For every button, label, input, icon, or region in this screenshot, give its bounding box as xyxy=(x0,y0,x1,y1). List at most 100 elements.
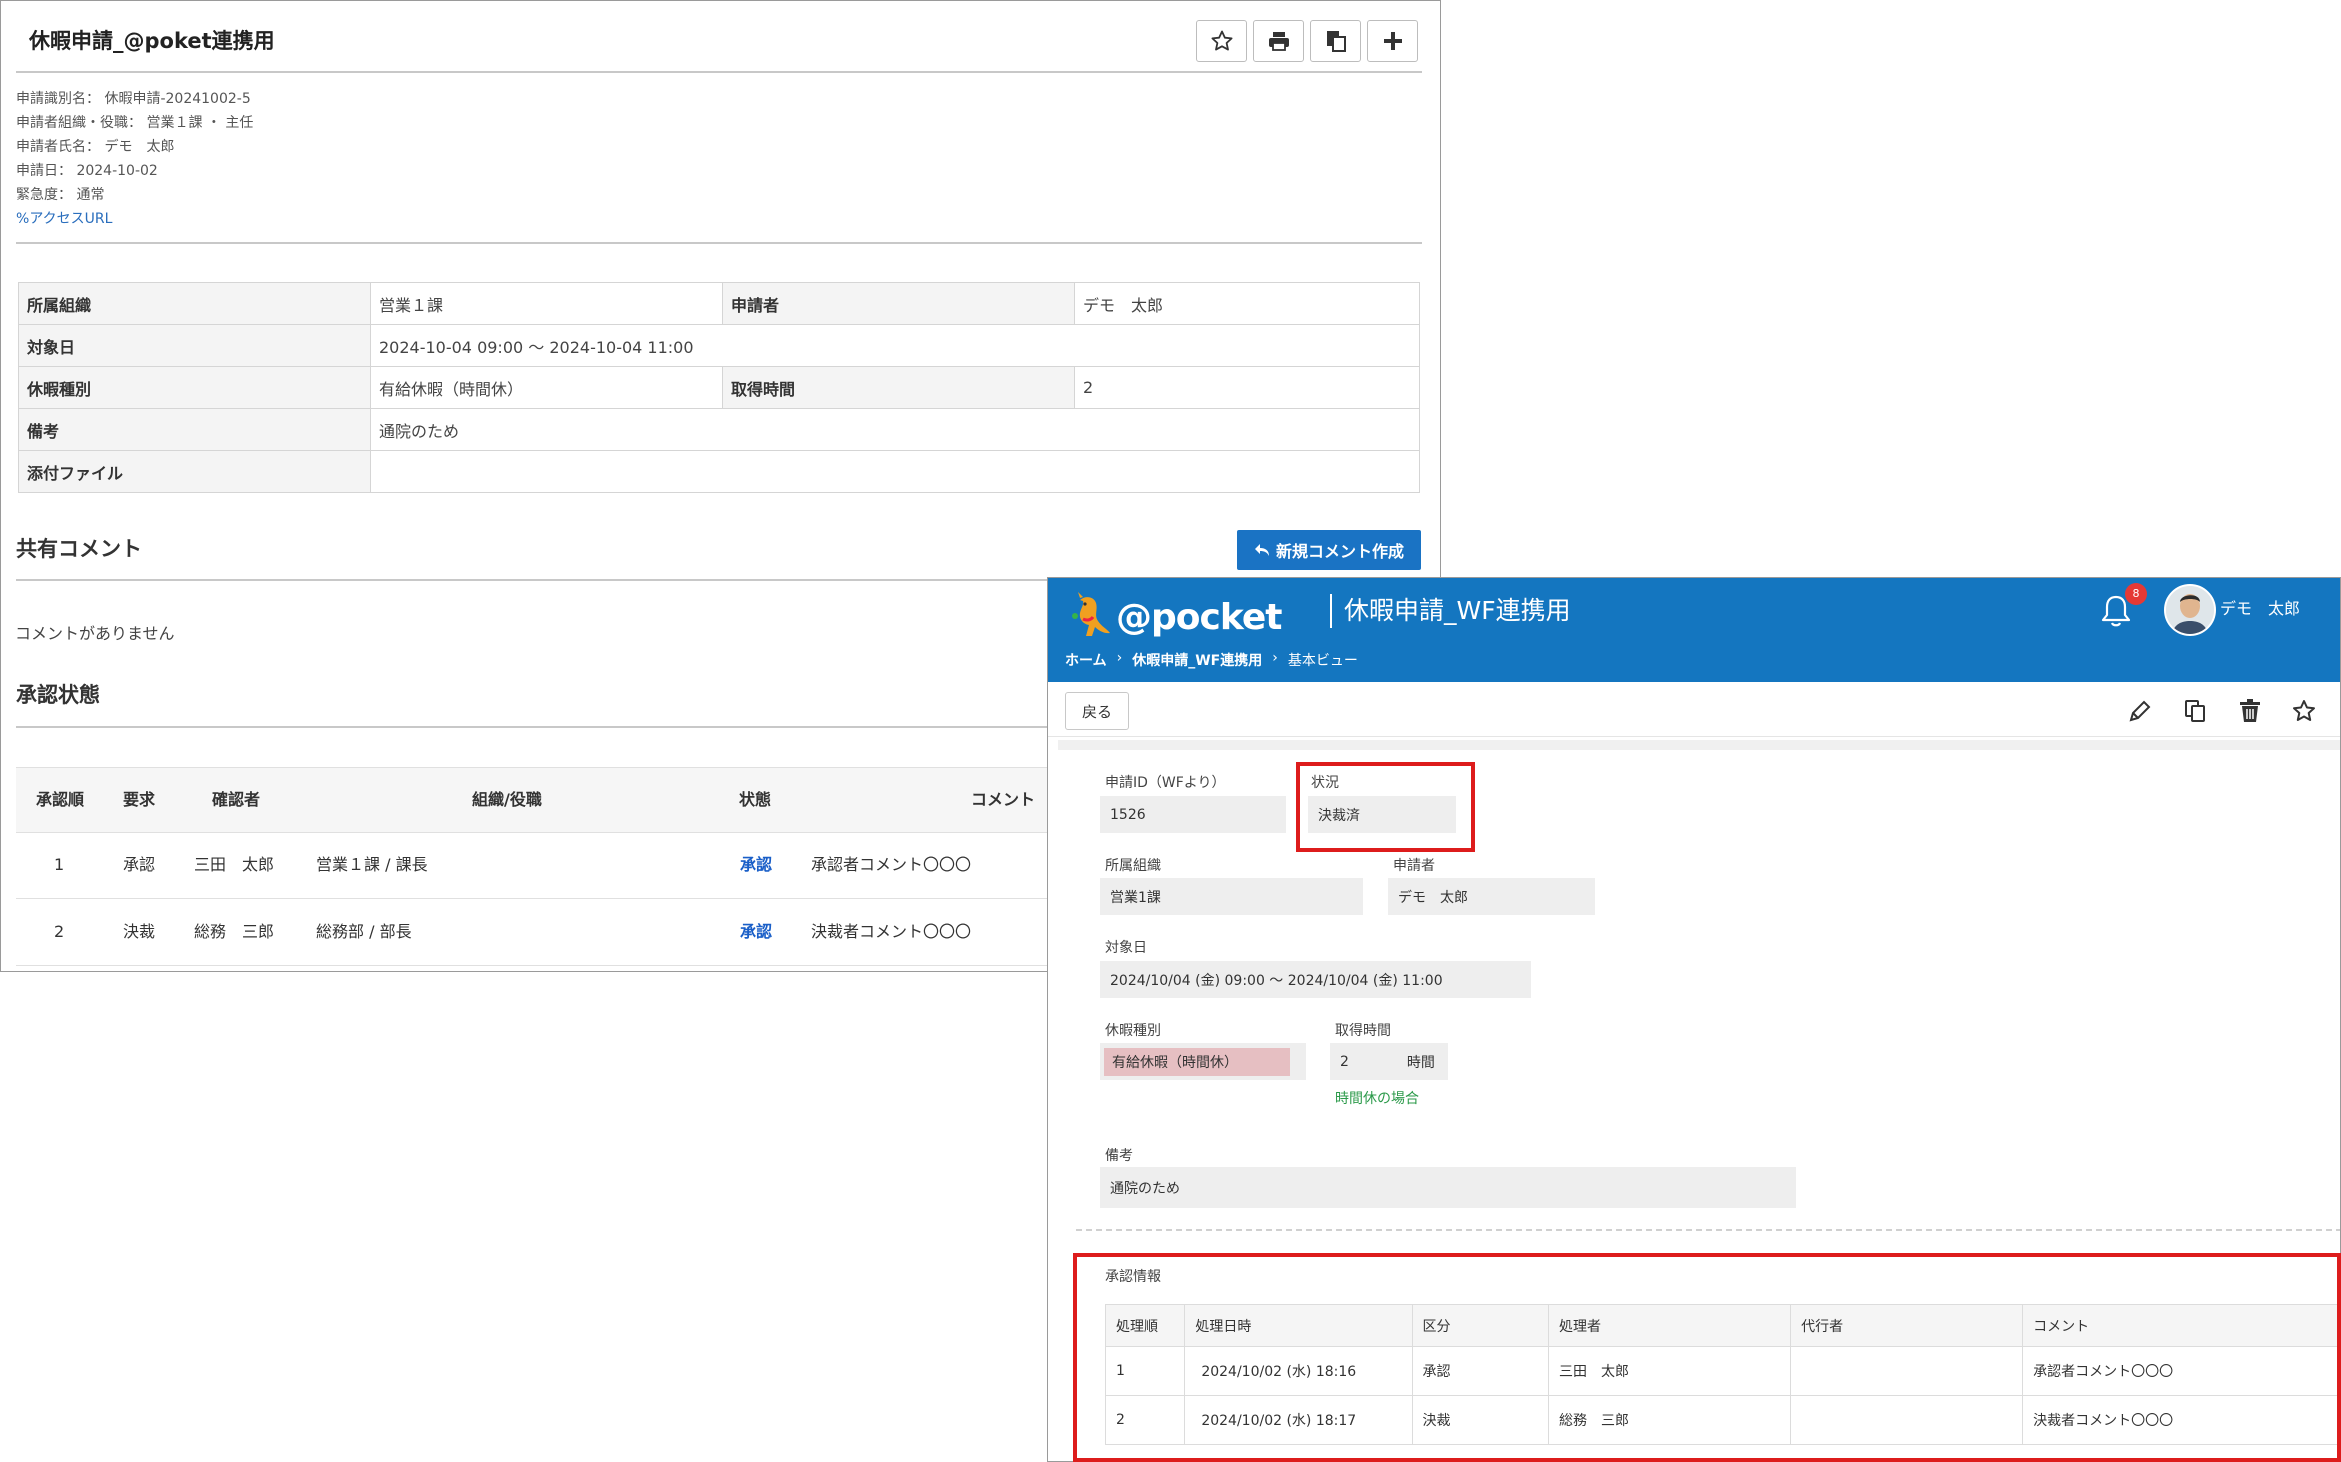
divider xyxy=(1076,1229,2340,1231)
field-value: 有給休暇（時間休） xyxy=(370,366,723,409)
request-id-value: 休暇申請-20241002-5 xyxy=(104,91,251,107)
print-button[interactable] xyxy=(1253,20,1304,62)
applicant-field: デモ 太郎 xyxy=(1388,878,1595,915)
approval-request-type: 決裁 xyxy=(123,922,156,941)
table-row: 休暇種別 有給休暇（時間休） 取得時間 2 xyxy=(18,366,1420,409)
field-label: 休暇種別 xyxy=(1105,1023,1161,1039)
approval-order: 1 xyxy=(54,855,65,874)
avatar[interactable] xyxy=(2164,584,2216,636)
target-date-field: 2024/10/04 (金) 09:00 ～ 2024/10/04 (金) 11… xyxy=(1100,961,1531,998)
approver-name: 三田 太郎 xyxy=(194,855,275,874)
table-row: 備考 通院のため xyxy=(18,408,1420,451)
divider xyxy=(16,242,1422,244)
approval-info-highlight-box xyxy=(1073,1253,2341,1462)
approval-order: 2 xyxy=(54,922,65,941)
breadcrumb-home[interactable]: ホーム xyxy=(1065,650,1107,670)
user-photo-icon xyxy=(2166,586,2214,634)
field-label: 申請者 xyxy=(1393,858,1435,874)
applicant-name-value: デモ 太郎 xyxy=(104,139,175,155)
breadcrumb-view: 基本ビュー xyxy=(1287,653,1358,669)
edit-pencil-icon[interactable] xyxy=(2127,698,2153,724)
meta-label: 緊急度： xyxy=(16,187,72,203)
field-label: 対象日 xyxy=(1105,940,1147,956)
trash-icon[interactable] xyxy=(2237,698,2263,724)
field-label: 添付ファイル xyxy=(18,450,371,493)
column-header: 組織/役職 xyxy=(472,790,542,809)
status-highlight-box xyxy=(1296,762,1475,852)
app-header: @pocket 休暇申請_WF連携用 ホーム › 休暇申請_WF連携用 › 基本… xyxy=(1048,578,2340,682)
field-label: 対象日 xyxy=(18,324,371,367)
field-label: 所属組織 xyxy=(1105,858,1161,874)
approval-status-title: 承認状態 xyxy=(16,683,100,707)
reply-icon xyxy=(1254,544,1269,556)
hours-hint: 時間休の場合 xyxy=(1335,1091,1419,1107)
kangaroo-logo-icon xyxy=(1072,592,1110,636)
approval-comment: 決裁者コメント〇〇〇 xyxy=(811,922,972,941)
field-value: デモ 太郎 xyxy=(1074,282,1420,325)
field-value: 通院のため xyxy=(370,408,1420,451)
logo-text: @pocket xyxy=(1116,596,1282,638)
column-header: 状態 xyxy=(739,790,772,809)
breadcrumb: ホーム › 休暇申請_WF連携用 › 基本ビュー xyxy=(1065,650,1358,670)
access-url-label: アクセスURL xyxy=(29,211,113,227)
column-header: 要求 xyxy=(123,790,156,809)
favorite-button[interactable] xyxy=(1196,20,1247,62)
notification-badge: 8 xyxy=(2125,583,2147,605)
page-title: 休暇申請_@poket連携用 xyxy=(29,29,275,53)
column-header: 承認順 xyxy=(36,790,85,809)
approval-table-header: 承認順 要求 確認者 組織/役職 状態 コメント xyxy=(16,767,1056,833)
new-comment-button[interactable]: 新規コメント作成 xyxy=(1237,530,1421,570)
table-row: 1 承認 三田 太郎 営業１課 / 課長 承認 承認者コメント〇〇〇 xyxy=(16,832,1056,899)
request-id-field: 1526 xyxy=(1100,796,1286,833)
field-label: 取得時間 xyxy=(722,366,1075,409)
meta-label: 申請者氏名： xyxy=(16,139,100,155)
approval-request-type: 承認 xyxy=(123,855,156,874)
field-value: 営業１課 xyxy=(370,282,723,325)
field-label: 申請者 xyxy=(722,282,1075,325)
field-value: 2 xyxy=(1074,366,1420,409)
empty-comments-text: コメントがありません xyxy=(15,624,175,643)
breadcrumb-app[interactable]: 休暇申請_WF連携用 xyxy=(1132,650,1262,670)
hours-field: 2 時間 xyxy=(1330,1043,1448,1080)
field-label: 備考 xyxy=(1105,1148,1133,1164)
star-outline-icon xyxy=(1211,30,1232,51)
attachment-value[interactable] xyxy=(370,450,1420,493)
meta-label: 申請日： xyxy=(16,163,72,179)
new-comment-label: 新規コメント作成 xyxy=(1275,542,1404,561)
applicant-org-value: 営業１課 ・ 主任 xyxy=(146,115,254,131)
toolbar xyxy=(1196,20,1418,62)
app-name: 休暇申請_WF連携用 xyxy=(1330,594,1571,628)
user-name[interactable]: デモ 太郎 xyxy=(2220,595,2300,619)
table-row: 添付ファイル xyxy=(18,450,1420,493)
back-button[interactable]: 戻る xyxy=(1065,692,1129,730)
chevron-right-icon: › xyxy=(1116,650,1123,666)
column-header: 確認者 xyxy=(212,790,261,809)
link-icon: % xyxy=(16,211,30,227)
copy-button[interactable] xyxy=(1310,20,1361,62)
leave-type-field: 有給休暇（時間休） xyxy=(1100,1043,1306,1080)
print-icon xyxy=(1268,32,1289,51)
org-field: 営業1課 xyxy=(1100,878,1363,915)
star-outline-icon[interactable] xyxy=(2291,698,2317,724)
approval-status: 承認 xyxy=(740,855,773,874)
field-label: 休暇種別 xyxy=(18,366,371,409)
meta-label: 申請者組織・役職： xyxy=(16,115,142,131)
access-url-link[interactable]: %アクセスURL xyxy=(16,207,253,231)
leave-type-tag: 有給休暇（時間休） xyxy=(1104,1047,1290,1076)
hours-unit: 時間 xyxy=(1406,1054,1435,1071)
field-label: 備考 xyxy=(18,408,371,451)
plus-icon xyxy=(1383,32,1402,50)
add-button[interactable] xyxy=(1367,20,1418,62)
table-row: 対象日 2024-10-04 09:00 ～ 2024-10-04 11:00 xyxy=(18,324,1420,367)
approver-name: 総務 三郎 xyxy=(194,922,275,941)
record-toolbar: 戻る xyxy=(1048,682,2340,737)
duplicate-icon[interactable] xyxy=(2182,698,2208,724)
meta-label: 申請識別名： xyxy=(16,91,100,107)
approval-comment: 承認者コメント〇〇〇 xyxy=(811,855,972,874)
field-label: 所属組織 xyxy=(18,282,371,325)
pocket-logo[interactable]: @pocket xyxy=(1066,592,1282,642)
copy-icon xyxy=(1326,31,1346,52)
table-row: 2 決裁 総務 三郎 総務部 / 部長 承認 決裁者コメント〇〇〇 xyxy=(16,899,1056,966)
approver-org: 営業１課 / 課長 xyxy=(316,855,428,874)
chevron-right-icon: › xyxy=(1272,650,1278,666)
